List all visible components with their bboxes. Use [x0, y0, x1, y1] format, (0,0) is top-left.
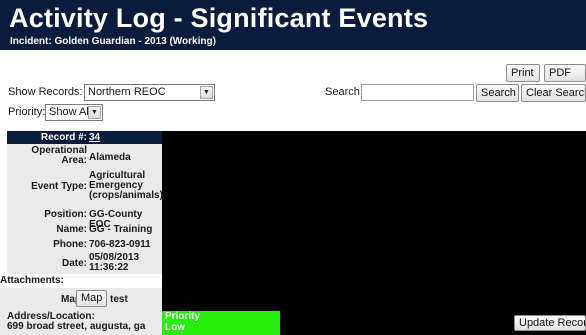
- record-number-link[interactable]: 34: [89, 131, 100, 144]
- page-header: Activity Log - Significant Events Incide…: [0, 0, 586, 50]
- priority-filter-label: Priority:: [8, 106, 46, 118]
- update-record-button[interactable]: Update Record: [514, 315, 586, 331]
- search-input[interactable]: [361, 84, 474, 101]
- show-records-value: Northern REOC: [88, 86, 166, 98]
- field-date: Date: 05/08/2013 11:36:22: [7, 253, 162, 275]
- attachments-label: Attachments:: [0, 275, 64, 286]
- chevron-down-icon: ▼: [88, 106, 101, 119]
- field-value: 706-823-0911: [89, 239, 151, 250]
- field-label: Position:: [44, 209, 87, 220]
- field-value: Agricultural Emergency (crops/animals): [89, 170, 163, 201]
- record-number-label: Record #:: [40, 132, 87, 143]
- priority-filter-value: Show All: [49, 106, 92, 118]
- search-label: Search:: [325, 86, 363, 98]
- show-records-select[interactable]: Northern REOC ▼: [84, 84, 215, 101]
- field-label: Event Type:: [31, 181, 87, 192]
- field-name: Name: GG - Training: [7, 224, 162, 236]
- priority-filter-select[interactable]: Show All ▼: [45, 104, 103, 121]
- field-position: Position: GG-County EOC: [7, 209, 162, 230]
- field-value: 05/08/2013 11:36:22: [89, 252, 140, 273]
- incident-subtitle: Incident: Golden Guardian - 2013 (Workin…: [10, 36, 216, 47]
- clear-search-button[interactable]: Clear Search: [521, 84, 586, 102]
- field-value: GG - Training: [89, 224, 153, 235]
- address-cell: Address/Location: 699 broad street, augu…: [0, 311, 162, 335]
- priority-badge: Priority Low: [162, 311, 280, 335]
- priority-value: Low: [165, 322, 185, 333]
- map-row: Map: Map test: [0, 288, 162, 311]
- page-title: Activity Log - Significant Events: [9, 3, 429, 33]
- field-value: Alameda: [89, 152, 131, 163]
- field-event-type: Event Type: Agricultural Emergency (crops/…: [7, 170, 163, 204]
- pdf-button[interactable]: PDF: [544, 64, 586, 82]
- record-header: Record #: 34: [7, 131, 162, 144]
- map-button[interactable]: Map: [76, 290, 107, 307]
- chevron-down-icon: ▼: [200, 86, 213, 99]
- field-label: Name:: [56, 224, 87, 235]
- field-label: Date:: [61, 258, 87, 269]
- map-text: test: [110, 294, 128, 305]
- event-content-panel: [162, 131, 586, 311]
- update-bar: Update Record: [280, 311, 586, 335]
- record-details: Operational Area: Alameda Event Type: Agr…: [7, 144, 163, 275]
- address-value: 699 broad street, augusta, ga: [7, 321, 146, 332]
- priority-label: Priority: [165, 311, 201, 322]
- field-operational-area: Operational Area: Alameda: [7, 144, 162, 169]
- attachments-row: Attachments:: [0, 274, 162, 288]
- field-label: Operational Area:: [31, 145, 87, 166]
- field-label: Phone:: [53, 239, 87, 250]
- search-button[interactable]: Search: [476, 84, 519, 102]
- print-button[interactable]: Print: [506, 64, 540, 82]
- show-records-label: Show Records:: [8, 86, 83, 98]
- field-phone: Phone: 706-823-0911: [7, 239, 162, 251]
